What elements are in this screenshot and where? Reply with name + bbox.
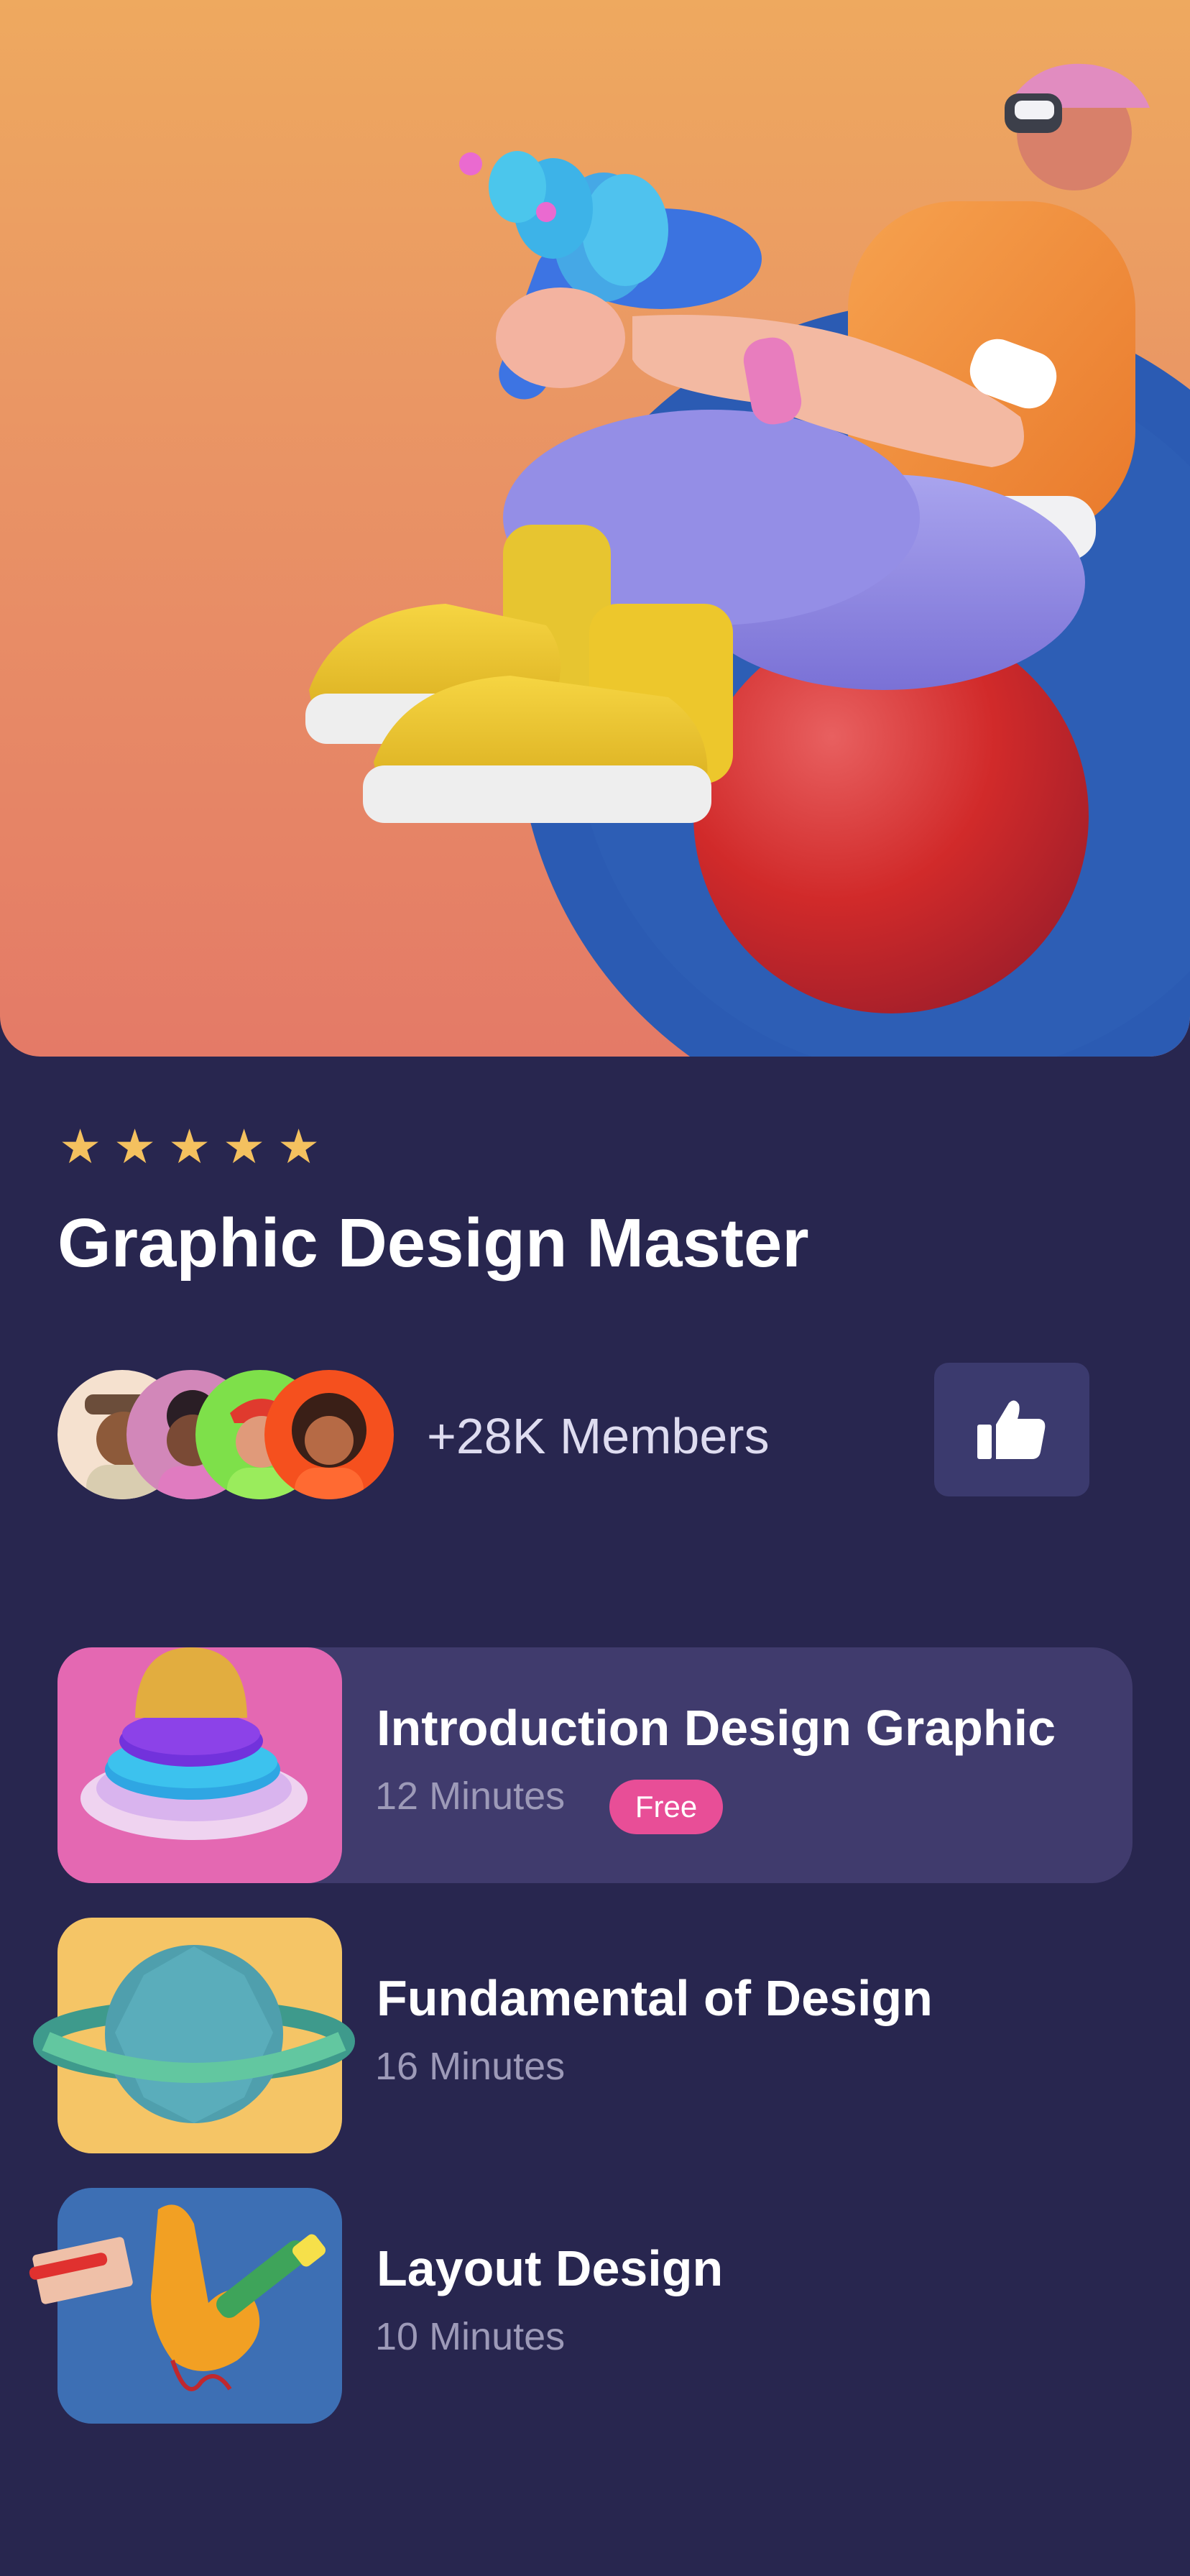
thumbs-up-icon — [977, 1400, 1046, 1459]
lesson-title: Layout Design — [377, 2240, 724, 2296]
members-count: +28K Members — [427, 1408, 770, 1464]
star-icon: ★ — [114, 1120, 157, 1173]
star-icon: ★ — [277, 1120, 320, 1173]
lesson-duration: 12 Minutes — [375, 1775, 566, 1818]
lesson-title: Introduction Design Graphic — [377, 1700, 1056, 1756]
avatar — [264, 1370, 394, 1499]
lesson-duration: 16 Minutes — [375, 2045, 566, 2088]
member-avatars — [57, 1370, 395, 1499]
free-badge: Free — [609, 1780, 723, 1834]
hand-pencil-icon — [29, 2204, 326, 2391]
lesson-title: Fundamental of Design — [377, 1970, 933, 2026]
hero-banner — [0, 0, 1190, 1057]
lesson-thumbnail — [29, 2188, 342, 2424]
course-title: Graphic Design Master — [57, 1205, 809, 1282]
stacked-rings-icon — [80, 1647, 308, 1840]
star-icon: ★ — [223, 1120, 266, 1173]
rating-stars: ★ ★ ★ ★ ★ — [59, 1120, 320, 1173]
like-button[interactable] — [934, 1363, 1089, 1496]
lesson-thumbnail — [33, 1918, 355, 2153]
planet-icon — [33, 1945, 355, 2123]
lesson-item[interactable]: Layout Design 10 Minutes — [29, 2188, 1133, 2424]
hero-illustration — [305, 63, 1190, 1057]
lesson-item[interactable]: Fundamental of Design 16 Minutes — [33, 1918, 1133, 2153]
lesson-thumbnail — [57, 1647, 342, 1883]
star-icon: ★ — [59, 1120, 102, 1173]
star-icon: ★ — [168, 1120, 211, 1173]
lesson-item[interactable]: Introduction Design Graphic 12 Minutes F… — [57, 1647, 1133, 1883]
lesson-duration: 10 Minutes — [375, 2315, 566, 2358]
